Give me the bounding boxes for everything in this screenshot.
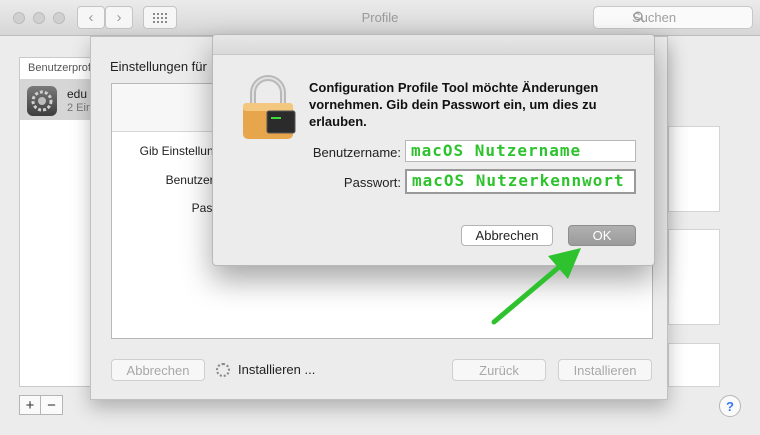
install-status: Installieren ...	[238, 362, 316, 377]
sheet-title: Einstellungen für	[110, 59, 207, 74]
dialog-titlebar	[213, 35, 654, 55]
gear-icon	[27, 86, 57, 116]
auth-dialog: Configuration Profile Tool möchte Änderu…	[212, 34, 655, 266]
dialog-ok-button[interactable]: OK	[568, 225, 636, 246]
sheet-cancel-button[interactable]: Abbrechen	[111, 359, 205, 381]
window-titlebar: ‹ › Profile Suchen	[0, 0, 760, 36]
add-remove-control: + −	[19, 395, 63, 415]
username-field-label: Benutzername:	[312, 145, 401, 160]
profiles-sidebar: Benutzerprofile edu 2 Ein	[19, 57, 99, 387]
help-button[interactable]: ?	[719, 395, 741, 417]
password-field[interactable]: macOS Nutzerkennwort	[405, 169, 636, 194]
sidebar-header: Benutzerprofile	[20, 58, 98, 80]
sidebar-item-profile[interactable]: edu 2 Ein	[20, 80, 98, 120]
username-field[interactable]: macOS Nutzername	[405, 140, 636, 162]
remove-profile-button[interactable]: −	[41, 395, 63, 415]
install-button[interactable]: Installieren	[558, 359, 652, 381]
search-icon	[633, 11, 645, 23]
add-profile-button[interactable]: +	[19, 395, 41, 415]
back-button[interactable]: Zurück	[452, 359, 546, 381]
detail-box-3	[668, 343, 720, 387]
detail-box-2	[668, 229, 720, 325]
detail-box-1	[668, 126, 720, 212]
password-field-label: Passwort:	[343, 175, 401, 190]
search-field[interactable]: Suchen	[593, 6, 753, 29]
progress-spinner-icon	[216, 363, 230, 377]
dialog-cancel-button[interactable]: Abbrechen	[461, 225, 553, 246]
dialog-message: Configuration Profile Tool möchte Änderu…	[309, 80, 599, 129]
lock-icon	[243, 75, 296, 139]
